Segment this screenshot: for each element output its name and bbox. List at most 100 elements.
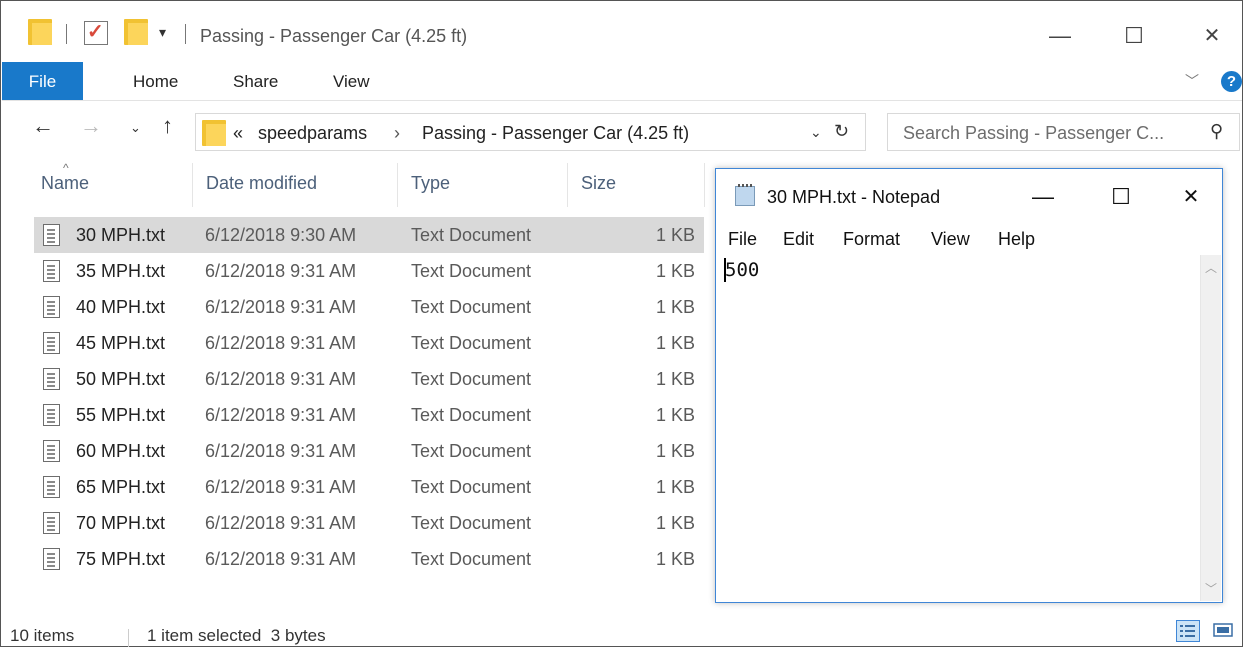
- menu-format[interactable]: Format: [843, 229, 900, 250]
- file-name: 50 MPH.txt: [76, 369, 166, 389]
- file-row[interactable]: 50 MPH.txt 6/12/2018 9:31 AM Text Docume…: [34, 361, 704, 397]
- refresh-icon[interactable]: ↻: [834, 121, 849, 142]
- file-type: Text Document: [411, 441, 532, 461]
- file-row[interactable]: 55 MPH.txt 6/12/2018 9:31 AM Text Docume…: [34, 397, 704, 433]
- tab-home[interactable]: Home: [133, 62, 178, 100]
- notepad-title-bar[interactable]: 30 MPH.txt - Notepad — ☐ ✕: [716, 169, 1222, 223]
- file-type: Text Document: [411, 297, 532, 317]
- scroll-up-icon[interactable]: ︿: [1201, 259, 1221, 276]
- recent-locations-icon[interactable]: ⌄: [130, 120, 141, 136]
- file-type: Text Document: [411, 513, 532, 533]
- tab-share[interactable]: Share: [233, 62, 278, 100]
- breadcrumb-speedparams[interactable]: speedparams: [258, 123, 367, 144]
- notepad-maximize-button[interactable]: ☐: [1092, 177, 1150, 217]
- file-type: Text Document: [411, 549, 532, 569]
- column-divider[interactable]: [704, 163, 705, 207]
- file-row[interactable]: 45 MPH.txt 6/12/2018 9:31 AM Text Docume…: [34, 325, 704, 361]
- file-name: 55 MPH.txt: [76, 405, 166, 425]
- search-icon[interactable]: ⚲: [1210, 121, 1223, 142]
- file-name: 40 MPH.txt: [76, 297, 166, 317]
- file-date: 6/12/2018 9:31 AM: [205, 477, 357, 497]
- search-placeholder: Search Passing - Passenger C...: [903, 123, 1165, 143]
- column-name[interactable]: Name: [41, 173, 89, 203]
- up-arrow-icon[interactable]: ↑: [162, 113, 173, 139]
- close-button[interactable]: ✕: [1182, 18, 1242, 54]
- file-type: Text Document: [411, 333, 532, 353]
- address-bar[interactable]: « speedparams › Passing - Passenger Car …: [195, 113, 866, 151]
- text-file-icon: [43, 368, 60, 390]
- file-row[interactable]: 35 MPH.txt 6/12/2018 9:31 AM Text Docume…: [34, 253, 704, 289]
- menu-view[interactable]: View: [931, 229, 970, 250]
- new-folder-icon[interactable]: [124, 19, 148, 45]
- breadcrumb-current-folder[interactable]: Passing - Passenger Car (4.25 ft): [422, 123, 689, 144]
- vertical-scrollbar[interactable]: ︿ ﹀: [1200, 255, 1221, 601]
- file-name: 65 MPH.txt: [76, 477, 166, 497]
- column-size[interactable]: Size: [581, 173, 616, 203]
- notepad-minimize-button[interactable]: —: [1014, 177, 1072, 217]
- tab-file[interactable]: File: [2, 62, 83, 100]
- file-date: 6/12/2018 9:31 AM: [205, 549, 357, 569]
- text-file-icon: [43, 224, 60, 246]
- large-icons-view-icon[interactable]: [1211, 620, 1235, 642]
- file-size: 1 KB: [656, 477, 696, 497]
- folder-icon[interactable]: [28, 19, 52, 45]
- column-date-modified[interactable]: Date modified: [206, 173, 317, 203]
- text-file-icon: [43, 260, 60, 282]
- scroll-down-icon[interactable]: ﹀: [1201, 580, 1221, 597]
- file-name: 75 MPH.txt: [76, 549, 166, 569]
- search-box[interactable]: Search Passing - Passenger C... ⚲: [887, 113, 1240, 151]
- file-date: 6/12/2018 9:31 AM: [205, 441, 357, 461]
- expand-ribbon-icon[interactable]: ﹀: [1185, 71, 1199, 91]
- file-row[interactable]: 65 MPH.txt 6/12/2018 9:31 AM Text Docume…: [34, 469, 704, 505]
- text-file-icon: [43, 512, 60, 534]
- menu-edit[interactable]: Edit: [783, 229, 814, 250]
- divider: [185, 24, 186, 44]
- file-name: 70 MPH.txt: [76, 513, 166, 533]
- file-row[interactable]: 30 MPH.txt 6/12/2018 9:30 AM Text Docume…: [34, 217, 704, 253]
- file-size: 1 KB: [656, 513, 696, 533]
- column-divider[interactable]: [192, 163, 193, 207]
- breadcrumb-separator[interactable]: ›: [394, 123, 400, 144]
- properties-icon[interactable]: ✓: [84, 21, 108, 45]
- tab-view[interactable]: View: [333, 62, 370, 100]
- file-row[interactable]: 60 MPH.txt 6/12/2018 9:31 AM Text Docume…: [34, 433, 704, 469]
- file-type: Text Document: [411, 261, 532, 281]
- notepad-close-button[interactable]: ✕: [1162, 177, 1220, 217]
- help-icon[interactable]: ?: [1221, 71, 1242, 92]
- ribbon: File Home Share View ﹀ ?: [2, 62, 1242, 101]
- column-divider[interactable]: [567, 163, 568, 207]
- status-item-count: 10 items: [10, 626, 75, 645]
- text-file-icon: [43, 296, 60, 318]
- file-size: 1 KB: [656, 369, 696, 389]
- file-name: 45 MPH.txt: [76, 333, 166, 353]
- forward-arrow-icon[interactable]: →: [80, 113, 102, 139]
- file-size: 1 KB: [656, 297, 696, 317]
- text-file-icon: [43, 548, 60, 570]
- file-name: 35 MPH.txt: [76, 261, 166, 281]
- file-row[interactable]: 40 MPH.txt 6/12/2018 9:31 AM Text Docume…: [34, 289, 704, 325]
- file-row[interactable]: 70 MPH.txt 6/12/2018 9:31 AM Text Docume…: [34, 505, 704, 541]
- file-date: 6/12/2018 9:31 AM: [205, 261, 357, 281]
- notepad-text-area[interactable]: 500: [717, 255, 1201, 601]
- menu-help[interactable]: Help: [998, 229, 1035, 250]
- status-selection: 1 item selected 3 bytes: [147, 626, 326, 645]
- breadcrumb-overflow[interactable]: «: [233, 123, 243, 144]
- file-type: Text Document: [411, 225, 532, 245]
- column-type[interactable]: Type: [411, 173, 450, 203]
- divider: [66, 24, 67, 44]
- file-row[interactable]: 75 MPH.txt 6/12/2018 9:31 AM Text Docume…: [34, 541, 704, 577]
- back-arrow-icon[interactable]: ←: [32, 113, 54, 139]
- minimize-button[interactable]: —: [1030, 18, 1090, 54]
- maximize-button[interactable]: ☐: [1104, 18, 1164, 54]
- file-date: 6/12/2018 9:31 AM: [205, 297, 357, 317]
- notepad-menu-bar: File Edit Format View Help: [716, 225, 1222, 255]
- column-divider[interactable]: [397, 163, 398, 207]
- details-view-icon[interactable]: [1176, 620, 1200, 642]
- text-file-icon: [43, 476, 60, 498]
- explorer-title-bar: ✓ ▾ Passing - Passenger Car (4.25 ft) — …: [2, 2, 1242, 62]
- address-dropdown-icon[interactable]: ⌄: [810, 124, 822, 141]
- customize-quick-access-icon[interactable]: ▾: [159, 24, 166, 41]
- menu-file[interactable]: File: [728, 229, 757, 250]
- text-file-icon: [43, 404, 60, 426]
- file-name: 60 MPH.txt: [76, 441, 166, 461]
